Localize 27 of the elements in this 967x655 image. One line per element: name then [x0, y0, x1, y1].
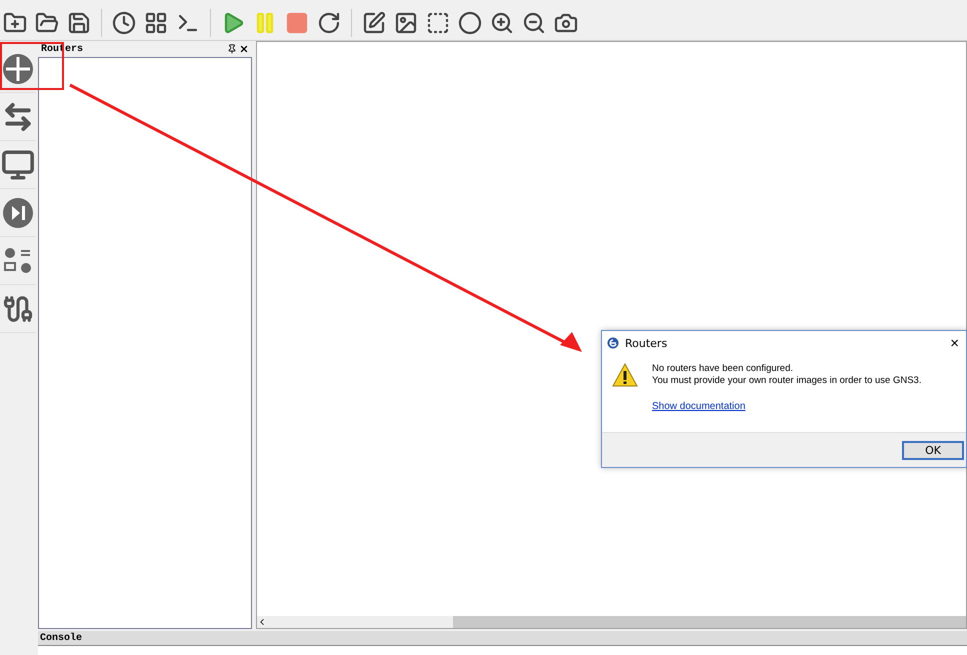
- ok-button[interactable]: OK: [902, 440, 964, 460]
- camera-icon: [554, 11, 578, 35]
- zoom-in-icon: [490, 11, 514, 35]
- open-folder-icon: [35, 11, 59, 35]
- reload-icon: [317, 11, 341, 35]
- app-icon: [607, 337, 619, 349]
- close-button[interactable]: ×: [948, 334, 961, 352]
- rectangle-icon: [426, 11, 450, 35]
- dialog-title: Routers: [625, 336, 668, 350]
- stop-icon: [285, 11, 309, 35]
- new-project-icon: [3, 11, 27, 35]
- close-icon[interactable]: [239, 44, 249, 54]
- message-text: No routers have been configured.: [652, 363, 794, 374]
- image-icon: [394, 11, 418, 35]
- warning-icon: [612, 363, 638, 387]
- grid-icon: [144, 11, 168, 35]
- device-group-icon: [3, 246, 33, 276]
- console-title: Console: [40, 632, 82, 644]
- zoom-out-icon: [522, 11, 546, 35]
- ellipse-icon: [458, 11, 482, 35]
- note-icon: [362, 11, 386, 35]
- message-text: You must provide your own router images in order to use GNS3.: [652, 375, 922, 386]
- save-icon: [67, 11, 91, 35]
- pin-icon[interactable]: [227, 44, 237, 54]
- documentation-link[interactable]: Show documentation: [652, 401, 922, 412]
- horizontal-scrollbar[interactable]: [257, 616, 966, 628]
- clock-icon: [112, 11, 136, 35]
